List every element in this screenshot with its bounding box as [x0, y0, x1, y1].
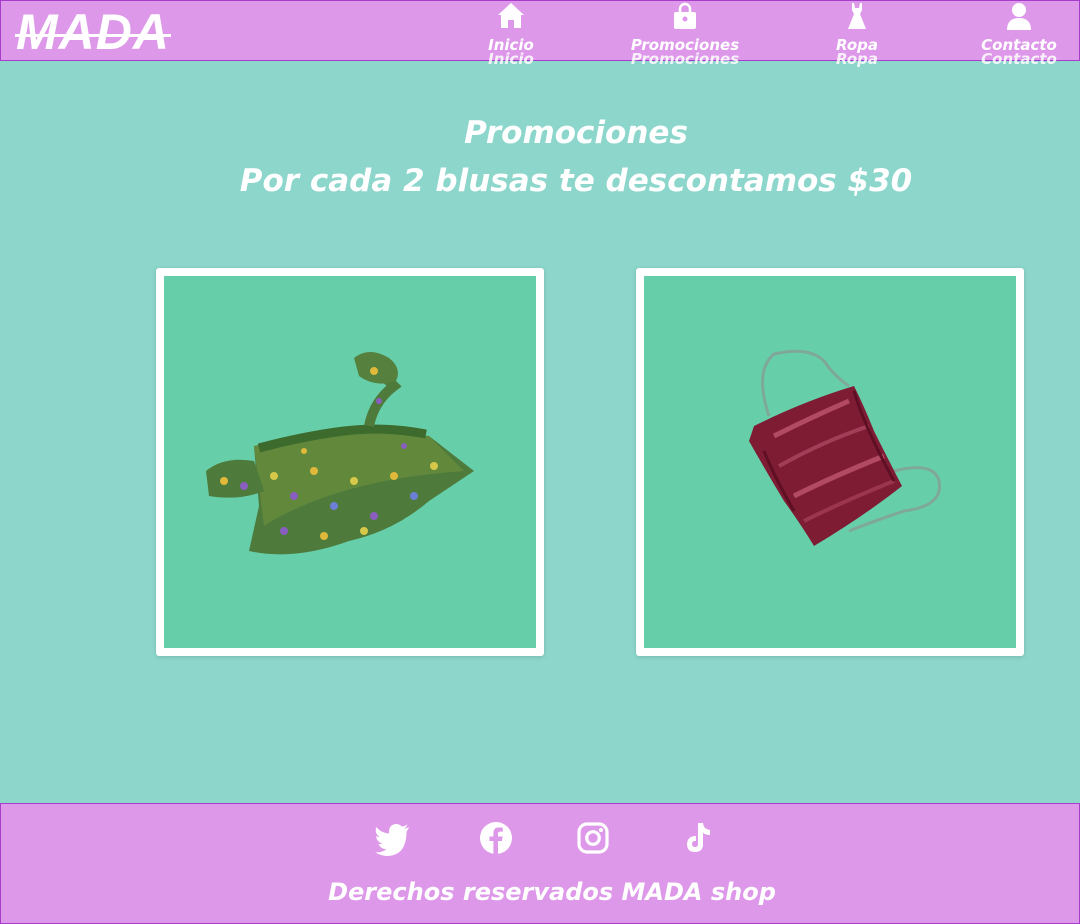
- dress-icon: [848, 3, 866, 29]
- top-navbar: MADA Inicio Promociones Ropa Contacto: [0, 0, 1080, 61]
- logo[interactable]: MADA: [16, 4, 170, 60]
- instagram-icon[interactable]: [573, 818, 613, 858]
- nav-label-ropa: Ropa: [836, 36, 878, 54]
- nav-item-inicio[interactable]: Inicio: [451, 1, 571, 54]
- product-card-floral[interactable]: [156, 268, 544, 656]
- home-icon: [498, 3, 524, 28]
- shopping-bag-icon: [674, 2, 696, 29]
- floral-ruffle-top-image: [164, 276, 536, 648]
- nav-label-promociones: Promociones: [630, 36, 740, 54]
- facebook-icon[interactable]: [476, 818, 516, 858]
- nav-label-contacto: Contacto: [981, 36, 1057, 54]
- logo-underline: [15, 34, 171, 37]
- user-icon: [1007, 3, 1031, 30]
- nav-item-promociones[interactable]: Promociones: [625, 1, 745, 54]
- twitter-icon[interactable]: [373, 818, 413, 858]
- page-title: Promociones: [464, 115, 688, 151]
- copyright-text: Derechos reservados MADA shop: [328, 878, 776, 906]
- nav-label-inicio: Inicio: [488, 36, 534, 54]
- product-card-satin[interactable]: [636, 268, 1024, 656]
- tiktok-icon[interactable]: [677, 818, 717, 858]
- nav-item-contacto[interactable]: Contacto: [959, 1, 1079, 54]
- nav-item-ropa[interactable]: Ropa: [797, 1, 917, 54]
- promo-subtitle: Por cada 2 blusas te descontamos $30: [239, 163, 913, 199]
- burgundy-satin-top-image: [644, 276, 1016, 648]
